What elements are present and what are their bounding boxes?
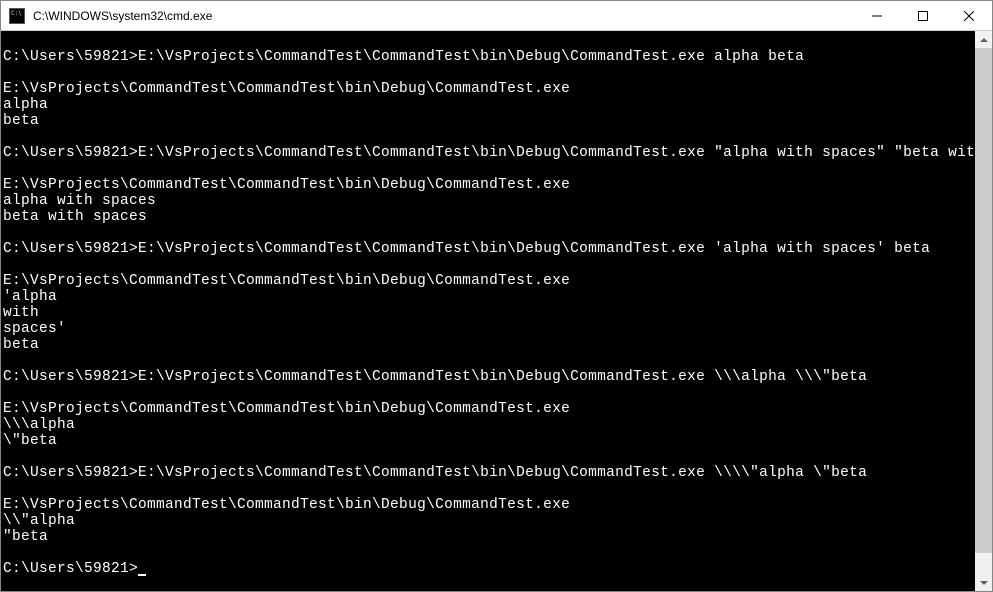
terminal-line: C:\Users\59821>E:\VsProjects\CommandTest… [3, 145, 975, 161]
minimize-button[interactable] [854, 1, 900, 30]
terminal-prompt[interactable]: C:\Users\59821> [3, 561, 975, 577]
terminal-line: spaces' [3, 321, 975, 337]
minimize-icon [872, 11, 882, 21]
scroll-track[interactable] [975, 48, 992, 574]
window-title: C:\WINDOWS\system32\cmd.exe [31, 9, 854, 23]
terminal-line: E:\VsProjects\CommandTest\CommandTest\bi… [3, 273, 975, 289]
cmd-icon [9, 8, 25, 24]
maximize-icon [918, 11, 928, 21]
maximize-button[interactable] [900, 1, 946, 30]
terminal-line: C:\Users\59821>E:\VsProjects\CommandTest… [3, 369, 975, 385]
scroll-down-arrow[interactable] [975, 574, 992, 591]
terminal-line: alpha [3, 97, 975, 113]
terminal-line [3, 161, 975, 177]
terminal-line: beta [3, 337, 975, 353]
chevron-up-icon [980, 38, 988, 42]
chevron-down-icon [980, 581, 988, 585]
terminal-line: C:\Users\59821>E:\VsProjects\CommandTest… [3, 465, 975, 481]
terminal-line [3, 129, 975, 145]
scroll-thumb[interactable] [975, 48, 992, 553]
terminal-line: beta with spaces [3, 209, 975, 225]
terminal-line [3, 481, 975, 497]
terminal-line: beta [3, 113, 975, 129]
cursor [138, 574, 146, 576]
terminal-line: \\\alpha [3, 417, 975, 433]
close-icon [964, 11, 974, 21]
terminal-line: E:\VsProjects\CommandTest\CommandTest\bi… [3, 177, 975, 193]
scroll-up-arrow[interactable] [975, 31, 992, 48]
terminal-line [3, 449, 975, 465]
terminal-line: alpha with spaces [3, 193, 975, 209]
terminal-line [3, 385, 975, 401]
terminal-line: \\"alpha [3, 513, 975, 529]
terminal-line [3, 33, 975, 49]
terminal-line [3, 65, 975, 81]
terminal-line [3, 257, 975, 273]
terminal-line: "beta [3, 529, 975, 545]
terminal-line: E:\VsProjects\CommandTest\CommandTest\bi… [3, 497, 975, 513]
terminal-line: C:\Users\59821>E:\VsProjects\CommandTest… [3, 241, 975, 257]
cmd-window: C:\WINDOWS\system32\cmd.exe C:\Users\598… [0, 0, 993, 592]
terminal-line: 'alpha [3, 289, 975, 305]
vertical-scrollbar[interactable] [975, 31, 992, 591]
terminal-line [3, 353, 975, 369]
close-button[interactable] [946, 1, 992, 30]
content-area: C:\Users\59821> E:\VsProjects\CommandTest… [1, 31, 992, 591]
terminal-line [3, 225, 975, 241]
terminal-line: E:\VsProjects\CommandTest\CommandTest\bi… [3, 401, 975, 417]
terminal-line: \"beta [3, 433, 975, 449]
terminal-line: with [3, 305, 975, 321]
window-controls [854, 1, 992, 30]
titlebar[interactable]: C:\WINDOWS\system32\cmd.exe [1, 1, 992, 31]
terminal-line [3, 545, 975, 561]
terminal-output[interactable]: C:\Users\59821> E:\VsProjects\CommandTest… [1, 31, 975, 591]
terminal-line: C:\Users\59821>E:\VsProjects\CommandTest… [3, 49, 975, 65]
terminal-line: E:\VsProjects\CommandTest\CommandTest\bi… [3, 81, 975, 97]
